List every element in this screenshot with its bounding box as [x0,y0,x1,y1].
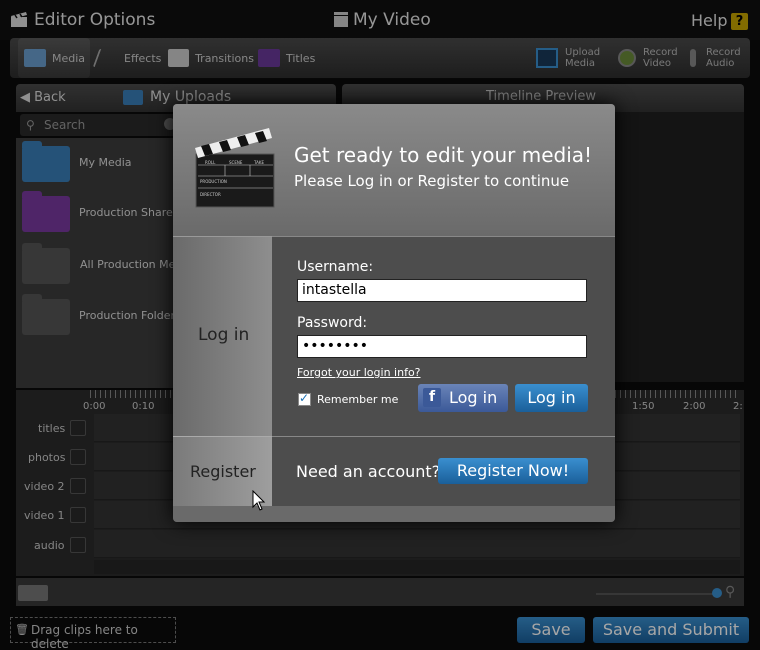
username-field[interactable]: intastella [297,279,587,302]
tab-register-label: Register [190,462,256,481]
username-label: Username: [297,259,374,275]
password-label: Password: [297,315,368,331]
login-button[interactable]: Log in [515,384,588,412]
tab-login-label: Log in [198,325,250,345]
clapper-scene-label: SCENE [229,160,243,165]
mouse-cursor-icon [252,490,266,511]
clapper-take-label: TAKE [253,160,264,165]
facebook-login-button[interactable]: f Log in [418,384,508,412]
need-account-text: Need an account? [296,462,441,481]
facebook-icon: f [423,388,441,407]
password-field[interactable]: •••••••• [297,335,587,358]
register-now-button[interactable]: Register Now! [438,458,588,484]
remember-me-checkbox[interactable] [298,391,311,406]
clapper-roll-label: ROLL [205,160,216,165]
dialog-subheading: Please Log in or Register to continue [294,172,570,190]
forgot-login-link[interactable]: Forgot your login info? [297,366,421,379]
dialog-heading: Get ready to edit your media! [294,143,593,167]
clapperboard-icon: ROLL SCENE TAKE PRODUCTION DIRECTOR [195,128,275,208]
facebook-login-label: Log in [449,388,498,407]
clapper-production-label: PRODUCTION [200,179,227,184]
dialog-footer [173,506,615,522]
clapper-director-label: DIRECTOR [200,192,221,197]
remember-me-label: Remember me [317,393,399,406]
